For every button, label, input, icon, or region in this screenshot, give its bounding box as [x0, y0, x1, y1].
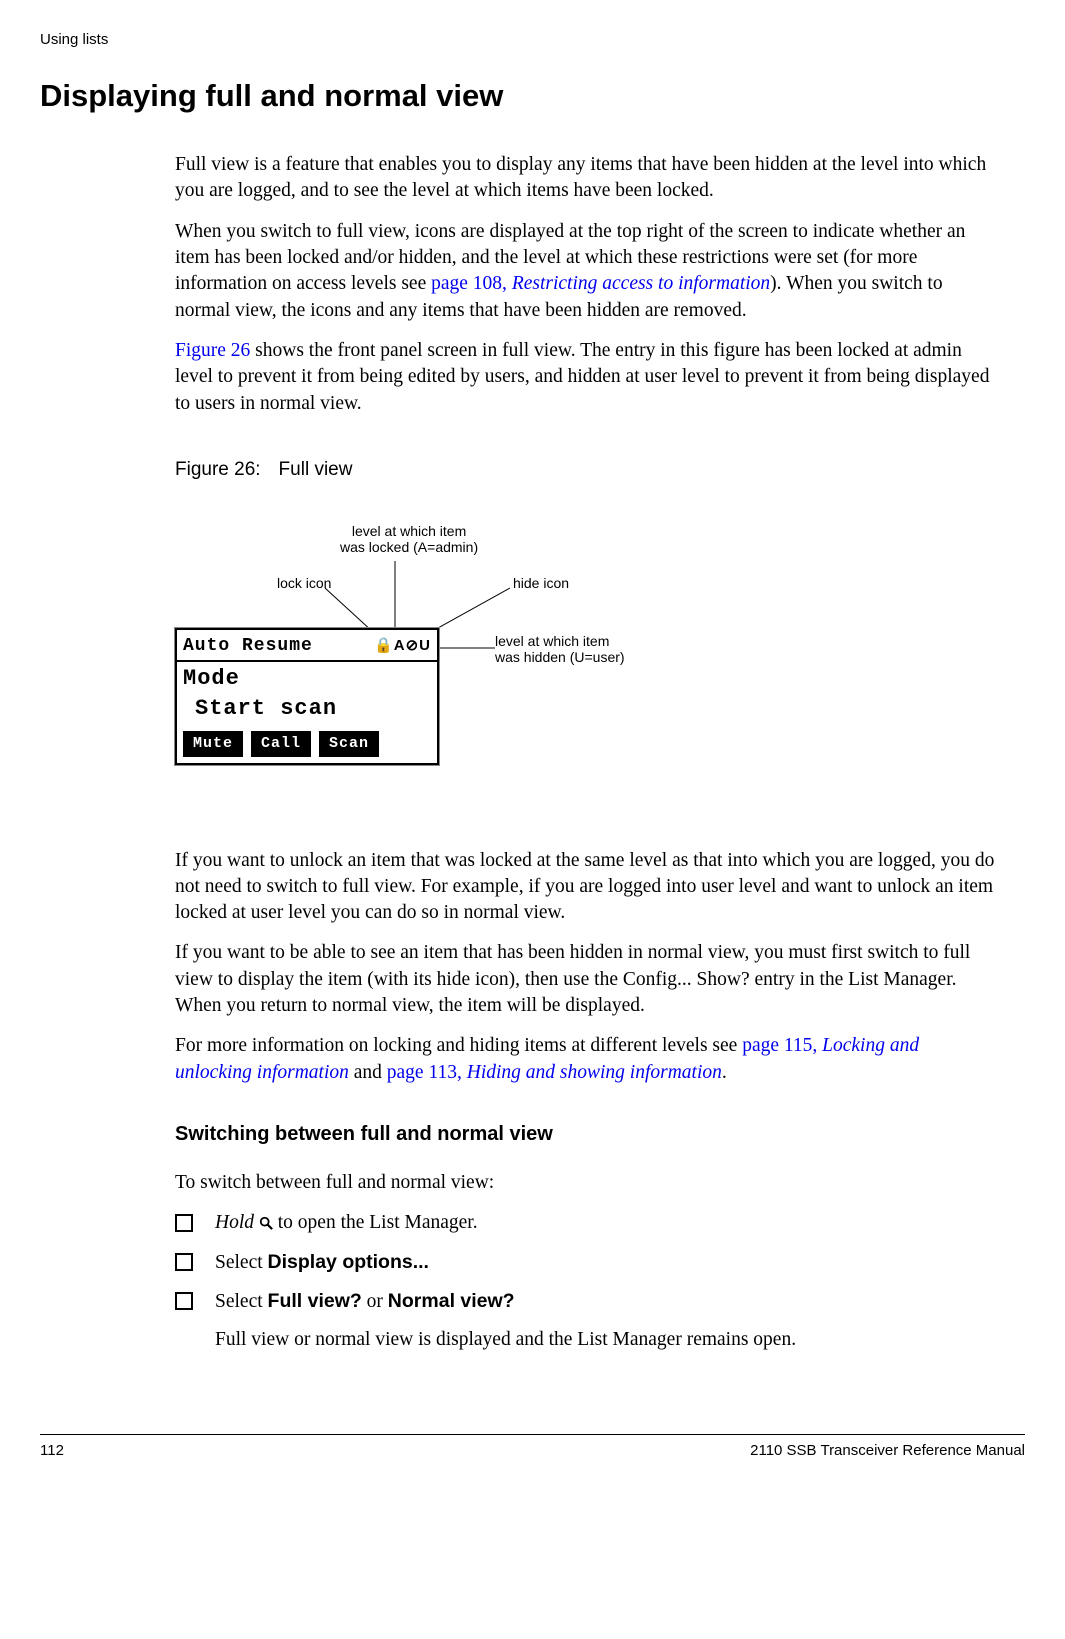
menu-option: Full view? — [268, 1290, 362, 1312]
annotation-level-hidden: level at which item was hidden (U=user) — [495, 633, 625, 667]
menu-option: Normal view? — [388, 1290, 515, 1312]
link[interactable]: Figure 26 — [175, 340, 250, 361]
text: Select — [215, 1252, 268, 1273]
text: was locked (A=admin) — [340, 539, 478, 555]
checklist-item: Select Display options... — [175, 1249, 995, 1276]
text: level at which item — [495, 633, 609, 649]
lock-level-a: A — [394, 637, 406, 654]
text: For more information on locking and hidi… — [175, 1035, 742, 1056]
softkey-mute: Mute — [183, 731, 243, 757]
lcd-status-icons: 🔒A⊘U — [374, 636, 431, 656]
text: and — [349, 1062, 387, 1083]
lock-icon: 🔒 — [374, 637, 394, 654]
annotation-lock-icon: lock icon — [277, 575, 331, 592]
paragraph: For more information on locking and hidi… — [175, 1033, 995, 1086]
text: level at which item — [352, 523, 466, 539]
lcd-row-mode: Mode — [177, 662, 437, 694]
page-number: 112 — [40, 1441, 64, 1461]
lcd-screen: Auto Resume 🔒A⊘U Mode Start scan Mute Ca… — [175, 628, 439, 766]
figure: level at which item was locked (A=admin)… — [175, 513, 995, 813]
page-title: Displaying full and normal view — [40, 75, 1025, 117]
lcd-title: Auto Resume — [183, 634, 313, 658]
link-page: page 113, — [387, 1062, 467, 1083]
annotation-level-locked: level at which item was locked (A=admin) — [340, 523, 478, 557]
text: or — [362, 1291, 388, 1312]
figure-title: Full view — [279, 459, 353, 480]
link-title: Hiding and showing information — [467, 1062, 722, 1083]
softkey-scan: Scan — [319, 731, 379, 757]
link-title: Restricting access to information — [512, 273, 770, 294]
menu-option: Display options... — [268, 1251, 429, 1273]
paragraph: When you switch to full view, icons are … — [175, 219, 995, 324]
text: shows the front panel screen in full vie… — [175, 340, 989, 414]
annotation-hide-icon: hide icon — [513, 575, 569, 592]
softkey-call: Call — [251, 731, 311, 757]
text: . — [722, 1062, 727, 1083]
link[interactable]: page 108, Restricting access to informat… — [431, 273, 770, 294]
lcd-row-action: Start scan — [177, 694, 437, 728]
page-footer: 112 2110 SSB Transceiver Reference Manua… — [40, 1434, 1025, 1461]
subsection-heading: Switching between full and normal view — [175, 1121, 995, 1148]
lcd-row-title: Auto Resume 🔒A⊘U — [177, 630, 437, 662]
checklist: Hold to open the List Manager. Select Di… — [175, 1210, 995, 1315]
text: was hidden (U=user) — [495, 649, 625, 665]
link[interactable]: page 113, Hiding and showing information — [387, 1062, 722, 1083]
text: to open the List Manager. — [278, 1212, 478, 1233]
lcd-softkeys: Mute Call Scan — [177, 727, 437, 763]
link-page: page 108, — [431, 273, 512, 294]
hide-level-u: U — [419, 637, 431, 654]
doc-title: 2110 SSB Transceiver Reference Manual — [750, 1441, 1025, 1461]
paragraph: Figure 26 shows the front panel screen i… — [175, 338, 995, 417]
paragraph: If you want to unlock an item that was l… — [175, 848, 995, 927]
link-page: page 115, — [742, 1035, 822, 1056]
paragraph: Full view or normal view is displayed an… — [215, 1327, 995, 1353]
paragraph: If you want to be able to see an item th… — [175, 940, 995, 1019]
hold-word: Hold — [215, 1212, 254, 1233]
figure-caption: Figure 26: Full view — [175, 457, 995, 483]
text: Select — [215, 1291, 268, 1312]
checklist-item: Select Full view? or Normal view? — [175, 1288, 995, 1315]
figure-number: Figure 26: — [175, 459, 261, 480]
hide-icon: ⊘ — [406, 637, 420, 654]
checklist-item: Hold to open the List Manager. — [175, 1210, 995, 1236]
paragraph: To switch between full and normal view: — [175, 1170, 995, 1196]
section-header: Using lists — [40, 30, 1025, 50]
paragraph: Full view is a feature that enables you … — [175, 152, 995, 205]
magnifier-icon — [259, 1216, 273, 1230]
body-content: Full view is a feature that enables you … — [175, 152, 995, 1354]
